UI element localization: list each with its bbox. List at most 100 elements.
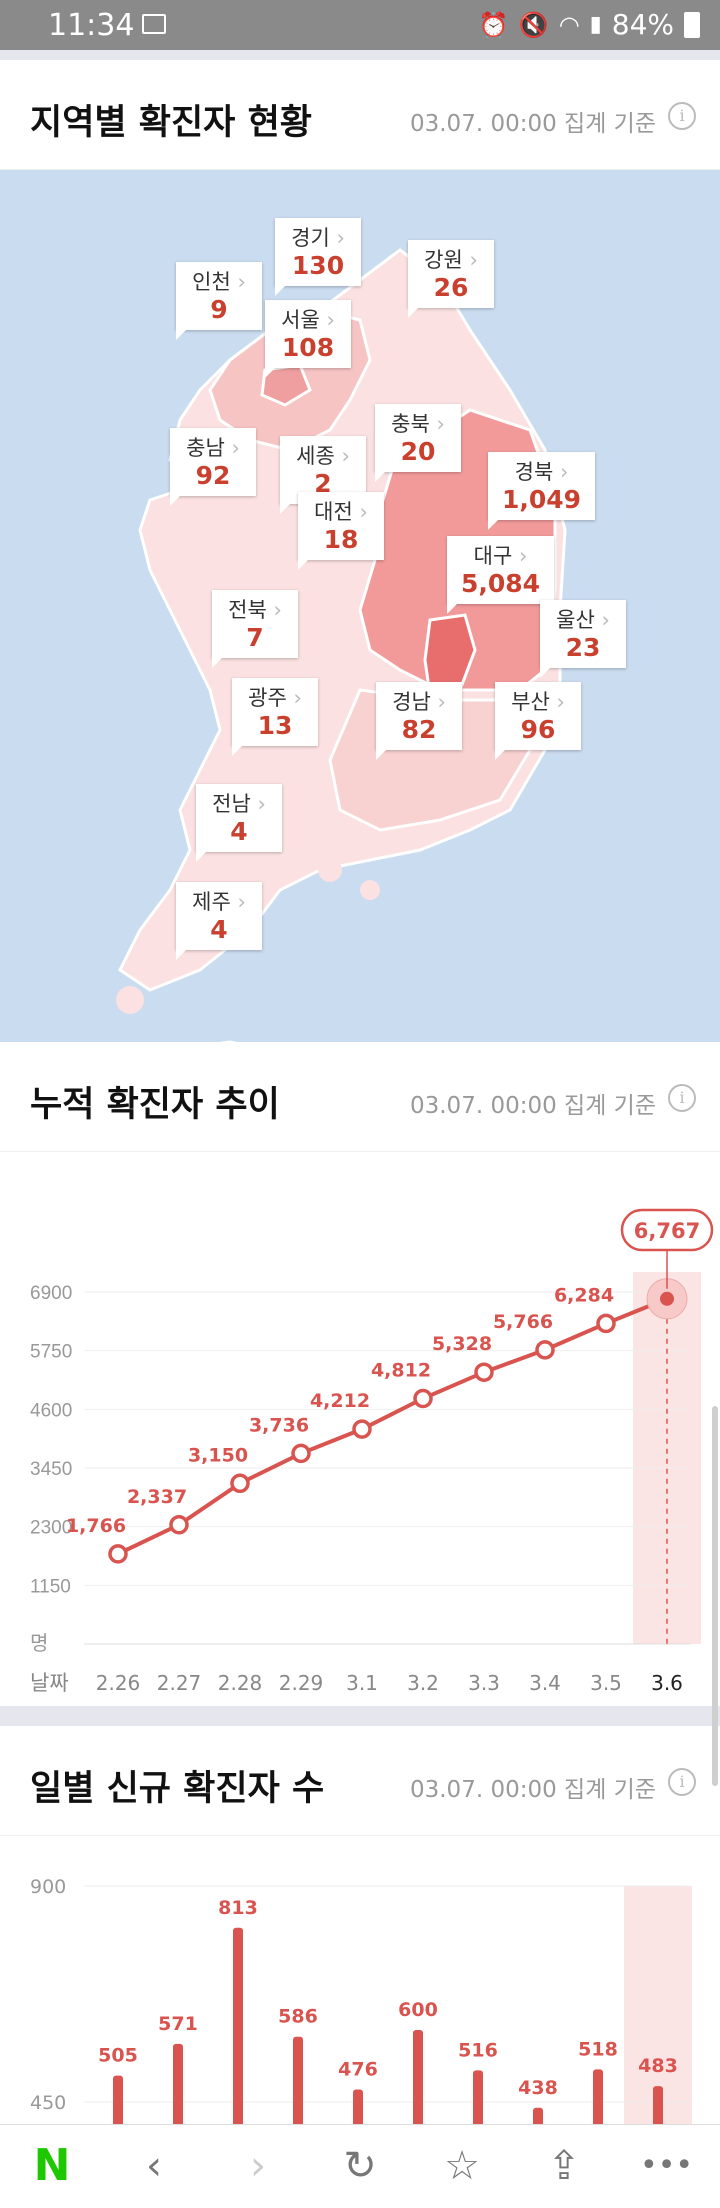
region-label-chungbuk[interactable]: 충북 20 [375, 404, 461, 482]
highlight-callout-label: 6,767 [634, 1219, 700, 1243]
cumulative-title: 누적 확진자 추이 [30, 1085, 280, 1125]
data-point [474, 1362, 494, 1382]
x-tick-label: 2.28 [218, 1671, 263, 1692]
gallery-icon [142, 14, 166, 34]
back-icon[interactable]: ‹ [128, 2143, 180, 2191]
data-label: 571 [158, 2013, 198, 2035]
data-point [413, 1388, 433, 1409]
regional-title: 지역별 확진자 현황 [30, 103, 312, 143]
highlight-column [633, 1272, 701, 1644]
bar-chart-svg: 900 450 505 571 813 586 476 600 516 438 518 483 [30, 1876, 692, 2208]
island-shape [360, 880, 380, 900]
region-label-jeonbuk[interactable]: 전북 7 [212, 590, 298, 668]
data-label: 476 [338, 2059, 378, 2081]
daily-title: 일별 신규 확진자 수 [30, 1769, 325, 1809]
cumulative-card: 누적 확진자 추이 03.07. 00:00 집계 기준 i 6900 5750 4… [0, 1042, 720, 1706]
region-label-jeonnam[interactable]: 전남 4 [196, 784, 282, 862]
cumulative-meta: 03.07. 00:00 집계 기준 [409, 1093, 656, 1119]
x-tick-label: 3.4 [529, 1671, 561, 1692]
data-label: 4,812 [371, 1360, 431, 1382]
region-label-gyeonggi[interactable]: 경기 130 [275, 218, 361, 296]
region-label-gyeongnam[interactable]: 경남 82 [376, 682, 462, 760]
share-icon[interactable]: ⇪ [538, 2143, 590, 2191]
info-icon[interactable]: i [668, 102, 696, 130]
regional-meta: 03.07. 00:00 집계 기준 [409, 111, 656, 137]
y-tick-label: 450 [30, 2092, 66, 2114]
x-tick-label: 2.29 [279, 1671, 324, 1692]
bar [533, 2107, 543, 2208]
data-point [535, 1340, 555, 1360]
x-tick-label: 3.1 [346, 1671, 378, 1692]
scrollbar[interactable] [712, 1406, 718, 1786]
daily-meta: 03.07. 00:00 집계 기준 [409, 1777, 656, 1803]
y-tick-label: 3450 [30, 1459, 72, 1480]
refresh-icon[interactable]: ↻ [334, 2143, 386, 2191]
data-label: 5,766 [493, 1311, 553, 1333]
signal-icon: ▮ [589, 12, 602, 37]
data-label: 2,337 [127, 1486, 187, 1508]
more-icon[interactable]: ••• [640, 2143, 693, 2191]
daily-chart: 900 450 505 571 813 586 476 600 516 438 518 483 [0, 1836, 720, 2208]
battery-percent: 84% [611, 8, 674, 41]
region-label-gangwon[interactable]: 강원 26 [408, 240, 494, 318]
region-label-busan[interactable]: 부산 96 [495, 682, 581, 760]
y-unit-label: 명 [30, 1631, 48, 1655]
data-point [352, 1419, 372, 1439]
data-label: 4,212 [310, 1390, 370, 1412]
x-tick-label: 3.5 [590, 1671, 622, 1692]
battery-icon [684, 11, 700, 38]
data-point [169, 1515, 189, 1535]
data-label: 3,150 [188, 1444, 248, 1466]
data-label: 518 [578, 2038, 618, 2060]
data-label: 516 [458, 2039, 498, 2061]
cumulative-chart: 6900 5750 4600 3450 2300 1150 명 날짜 1,766 2.26 2,33… [0, 1152, 720, 1696]
region-label-incheon[interactable]: 인천 9 [176, 262, 262, 340]
region-label-gyeongbuk[interactable]: 경북 1,049 [488, 452, 596, 530]
y-tick-label: 5750 [30, 1342, 72, 1363]
bar [173, 2043, 183, 2208]
daily-card: 일별 신규 확진자 수 03.07. 00:00 집계 기준 i 900 450 5… [0, 1726, 720, 2208]
x-tick-label: 3.6 [651, 1671, 683, 1692]
x-tick-label: 3.2 [407, 1671, 439, 1692]
regional-card: 지역별 확진자 현황 03.07. 00:00 집계 기준 i 경기 130 [0, 60, 720, 1080]
y-tick-label: 6900 [30, 1283, 72, 1304]
info-icon[interactable]: i [668, 1768, 696, 1796]
forward-icon[interactable]: › [232, 2143, 284, 2191]
bookmark-star-icon[interactable]: ☆ [436, 2143, 488, 2191]
region-label-chungnam[interactable]: 충남 92 [170, 428, 256, 506]
bar [113, 2075, 123, 2208]
bar [353, 2089, 363, 2208]
x-axis-label: 날짜 [30, 1671, 69, 1692]
data-label: 1,766 [66, 1515, 126, 1537]
korea-map: 경기 130 인천 9 강원 26 서울 108 충북 20 충남 92 세종 … [0, 170, 720, 1080]
status-icons: ⏰ 🔇 ◠ ▮ 84% [479, 8, 700, 41]
naver-home-icon[interactable]: N [26, 2143, 78, 2191]
x-tick-label: 2.27 [157, 1671, 202, 1692]
data-point [660, 1291, 674, 1306]
data-label: 586 [278, 2006, 318, 2028]
info-icon[interactable]: i [668, 1084, 696, 1112]
regional-header: 지역별 확진자 현황 03.07. 00:00 집계 기준 i [0, 60, 720, 170]
cumulative-header: 누적 확진자 추이 03.07. 00:00 집계 기준 i [0, 1042, 720, 1152]
region-label-gwangju[interactable]: 광주 13 [232, 678, 318, 756]
island-shape [318, 858, 342, 882]
region-label-seoul[interactable]: 서울 108 [265, 300, 351, 378]
data-label: 600 [398, 1999, 438, 2021]
data-label: 3,736 [249, 1414, 309, 1436]
data-point [596, 1313, 616, 1334]
region-label-daegu[interactable]: 대구 5,084 [447, 536, 555, 614]
bar [473, 2070, 483, 2208]
data-point [291, 1443, 311, 1464]
line-chart-svg: 690057504600345023001150명날짜1,7662.262,33… [30, 1208, 714, 1695]
x-tick-label: 3.3 [468, 1671, 500, 1692]
bar [413, 2030, 423, 2208]
data-label: 5,328 [432, 1333, 492, 1355]
bar [593, 2069, 603, 2208]
browser-toolbar: N ‹ › ↻ ☆ ⇪ ••• [0, 2124, 720, 2208]
region-label-daejeon[interactable]: 대전 18 [298, 492, 384, 570]
region-label-ulsan[interactable]: 울산 23 [540, 600, 626, 678]
region-label-jeju[interactable]: 제주 4 [176, 882, 262, 960]
y-tick-label: 1150 [30, 1576, 71, 1597]
data-label: 813 [218, 1897, 258, 1919]
status-time: 11:34 [48, 8, 135, 43]
